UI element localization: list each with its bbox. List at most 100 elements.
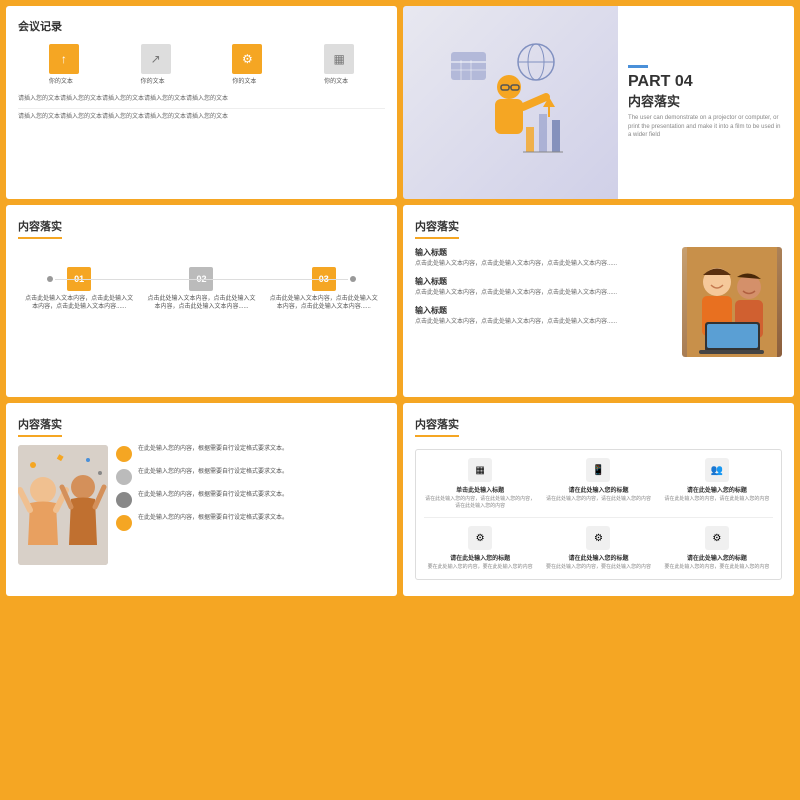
list-text-1: 在此处输入您的内容，根据需要自行设定格式要求文本。 [138, 445, 288, 453]
timeline: 01 点击此处输入文本内容，点击此处输入文本内容，点击此处输入文本内容.....… [18, 267, 385, 312]
dot-left [47, 276, 53, 282]
heading-3: 输入标题 [415, 305, 674, 316]
list-text-3: 在此处输入您的内容，根据需要自行设定格式要求文本。 [138, 491, 288, 499]
list-text-content-4: 在此处输入您的内容，根据需要自行设定格式要求文本。 [138, 515, 288, 521]
nb-icon-1: ▦ [468, 458, 492, 482]
nb-title-6: 请在此处输入您的标题 [687, 553, 747, 562]
slide-3-title: 内容落实 [18, 218, 62, 239]
icon-label-2: 你的文本 [141, 76, 171, 85]
list-text-content-1: 在此处输入您的内容，根据需要自行设定格式要求文本。 [138, 446, 288, 452]
meeting-icons-row: ↑ 你的文本 ↗ 你的文本 ⚙ 你的文本 ▦ 你的文本 [18, 44, 385, 85]
tl-content-1: 点击此处输入文本内容，点击此处输入文本内容，点击此处输入文本内容...... [24, 295, 134, 312]
slide-meeting-notes: 会议记录 ↑ 你的文本 ↗ 你的文本 ⚙ 你的文本 ▦ 你的文本 请插入您的文本… [6, 6, 397, 199]
list-column: 在此处输入您的内容，根据需要自行设定格式要求文本。 在此处输入您的内容，根据需要… [116, 445, 385, 565]
part-title: 内容落实 [628, 91, 784, 110]
heading-2: 输入标题 [415, 276, 674, 287]
slide-4-content: 输入标题 点击此处输入文本内容，点击此处输入文本内容，点击此处输入文本内容...… [415, 247, 782, 357]
nb-item-4: ⚙ 请在此处输入您的标题 要在此处输入您的内容，要在此处输入您的内容 [424, 526, 536, 571]
line-2: 请插入您的文本请插入您的文本请插入您的文本请插入您的文本请插入您的文本 [18, 113, 385, 122]
list-item-1: 在此处输入您的内容，根据需要自行设定格式要求文本。 [116, 445, 385, 462]
photo-column [682, 247, 782, 357]
list-text-content-2: 在此处输入您的内容，根据需要自行设定格式要求文本。 [138, 469, 288, 475]
tl-num-1: 01 [67, 267, 91, 291]
slide-2-illustration [403, 6, 618, 199]
line-1: 请插入您的文本请插入您的文本请插入您的文本请插入您的文本请插入您的文本 [18, 95, 385, 104]
slide-1-lines: 请插入您的文本请插入您的文本请插入您的文本请插入您的文本请插入您的文本 请插入您… [18, 95, 385, 122]
nb-item-2: 📱 请在此处输入您的标题 请在此处输入您的内容，请在此处输入您的内容 [542, 458, 654, 509]
slide-5-title: 内容落实 [18, 416, 62, 437]
icon-label-1: 你的文本 [49, 76, 79, 85]
slide-4-title: 内容落实 [415, 218, 459, 239]
tl-num-2: 02 [189, 267, 213, 291]
nb-title-5: 请在此处输入您的标题 [568, 553, 628, 562]
nb-title-4: 请在此处输入您的标题 [450, 553, 510, 562]
timeline-item-3: 03 点击此处输入文本内容，点击此处输入文本内容，点击此处输入文本内容.....… [269, 267, 379, 312]
nb-icon-5: ⚙ [586, 526, 610, 550]
list-item-4: 在此处输入您的内容，根据需要自行设定格式要求文本。 [116, 514, 385, 531]
text-block-3: 输入标题 点击此处输入文本内容，点击此处输入文本内容，点击此处输入文本内容...… [415, 305, 674, 326]
body-1: 点击此处输入文本内容，点击此处输入文本内容，点击此处输入文本内容...... [415, 260, 674, 268]
notebook-grid: ▦ 单击此处输入标题 请在此处输入您的内容，请在此处输入您的内容，请在此处输入您… [415, 449, 782, 580]
illustration-svg [441, 32, 581, 172]
tl-num-3: 03 [312, 267, 336, 291]
icon-3: ⚙ [232, 44, 262, 74]
slide-grid: 会议记录 ↑ 你的文本 ↗ 你的文本 ⚙ 你的文本 ▦ 你的文本 请插入您的文本… [0, 0, 800, 800]
nb-title-1: 单击此处输入标题 [456, 485, 504, 494]
tl-content-3: 点击此处输入文本内容，点击此处输入文本内容，点击此处输入文本内容...... [269, 295, 379, 312]
nb-text-1: 请在此处输入您的内容，请在此处输入您的内容，请在此处输入您的内容 [424, 496, 536, 509]
slide-content-3: 内容落实 [6, 403, 397, 596]
body-3: 点击此处输入文本内容，点击此处输入文本内容，点击此处输入文本内容...... [415, 318, 674, 326]
nb-title-3: 请在此处输入您的标题 [687, 485, 747, 494]
body-2: 点击此处输入文本内容，点击此处输入文本内容，点击此处输入文本内容...... [415, 289, 674, 297]
divider-1 [18, 108, 385, 109]
icon-4: ▦ [324, 44, 354, 74]
slide-5-photo [18, 445, 108, 565]
text-block-1: 输入标题 点击此处输入文本内容，点击此处输入文本内容，点击此处输入文本内容...… [415, 247, 674, 268]
icon-item-1: ↑ 你的文本 [49, 44, 79, 85]
icon-label-4: 你的文本 [324, 76, 354, 85]
nb-title-2: 请在此处输入您的标题 [568, 485, 628, 494]
nb-item-6: ⚙ 请在此处输入您的标题 要在此处输入您的内容，要在此处输入您的内容 [661, 526, 773, 571]
nb-icon-2: 📱 [586, 458, 610, 482]
tl-content-2: 点击此处输入文本内容，点击此处输入文本内容，点击此处输入文本内容...... [146, 295, 256, 312]
icon-item-2: ↗ 你的文本 [141, 44, 171, 85]
nb-item-3: 👥 请在此处输入您的标题 请在此处输入您的内容，请在此处输入您的内容 [661, 458, 773, 509]
nb-text-6: 要在此处输入您的内容，要在此处输入您的内容 [664, 564, 769, 571]
notebook-bottom-row: ⚙ 请在此处输入您的标题 要在此处输入您的内容，要在此处输入您的内容 ⚙ 请在此… [424, 526, 773, 571]
list-text-4: 在此处输入您的内容，根据需要自行设定格式要求文本。 [138, 514, 288, 522]
nb-item-1: ▦ 单击此处输入标题 请在此处输入您的内容，请在此处输入您的内容，请在此处输入您… [424, 458, 536, 509]
bullet-4 [116, 515, 132, 531]
slide-content-1: 内容落实 01 点击此处输入文本内容，点击此处输入文本内容，点击此处输入文本内容… [6, 205, 397, 398]
timeline-item-1: 01 点击此处输入文本内容，点击此处输入文本内容，点击此处输入文本内容.....… [24, 267, 134, 312]
icon-item-4: ▦ 你的文本 [324, 44, 354, 85]
nb-text-5: 要在此处输入您的内容，要在此处输入您的内容 [546, 564, 651, 571]
slide-content-2: 内容落实 输入标题 点击此处输入文本内容，点击此处输入文本内容，点击此处输入文本… [403, 205, 794, 398]
bullet-2 [116, 469, 132, 485]
slide-6-title: 内容落实 [415, 416, 459, 437]
list-text-content-3: 在此处输入您的内容，根据需要自行设定格式要求文本。 [138, 492, 288, 498]
slide-1-title: 会议记录 [18, 18, 385, 34]
text-block-2: 输入标题 点击此处输入文本内容，点击此处输入文本内容，点击此处输入文本内容...… [415, 276, 674, 297]
nb-item-5: ⚙ 请在此处输入您的标题 要在此处输入您的内容，要在此处输入您的内容 [542, 526, 654, 571]
nb-icon-4: ⚙ [468, 526, 492, 550]
slide-5-content: 在此处输入您的内容，根据需要自行设定格式要求文本。 在此处输入您的内容，根据需要… [18, 445, 385, 565]
part-description: The user can demonstrate on a projector … [628, 114, 784, 139]
bullet-3 [116, 492, 132, 508]
list-item-2: 在此处输入您的内容，根据需要自行设定格式要求文本。 [116, 468, 385, 485]
text-column: 输入标题 点击此处输入文本内容，点击此处输入文本内容，点击此处输入文本内容...… [415, 247, 674, 357]
nb-text-2: 请在此处输入您的内容，请在此处输入您的内容 [546, 496, 651, 503]
people-photo-svg [687, 247, 777, 357]
timeline-item-2: 02 点击此处输入文本内容，点击此处输入文本内容，点击此处输入文本内容.....… [146, 267, 256, 312]
nb-text-3: 请在此处输入您的内容，请在此处输入您的内容 [664, 496, 769, 503]
notebook-divider [424, 517, 773, 518]
nb-icon-3: 👥 [705, 458, 729, 482]
icon-2: ↗ [141, 44, 171, 74]
nb-text-4: 要在此处输入您的内容，要在此处输入您的内容 [428, 564, 533, 571]
notebook-top-row: ▦ 单击此处输入标题 请在此处输入您的内容，请在此处输入您的内容，请在此处输入您… [424, 458, 773, 509]
people-celebrate-svg [18, 445, 108, 565]
heading-1: 输入标题 [415, 247, 674, 258]
icon-item-3: ⚙ 你的文本 [232, 44, 262, 85]
icon-1: ↑ [49, 44, 79, 74]
nb-icon-6: ⚙ [705, 526, 729, 550]
list-text-2: 在此处输入您的内容，根据需要自行设定格式要求文本。 [138, 468, 288, 476]
